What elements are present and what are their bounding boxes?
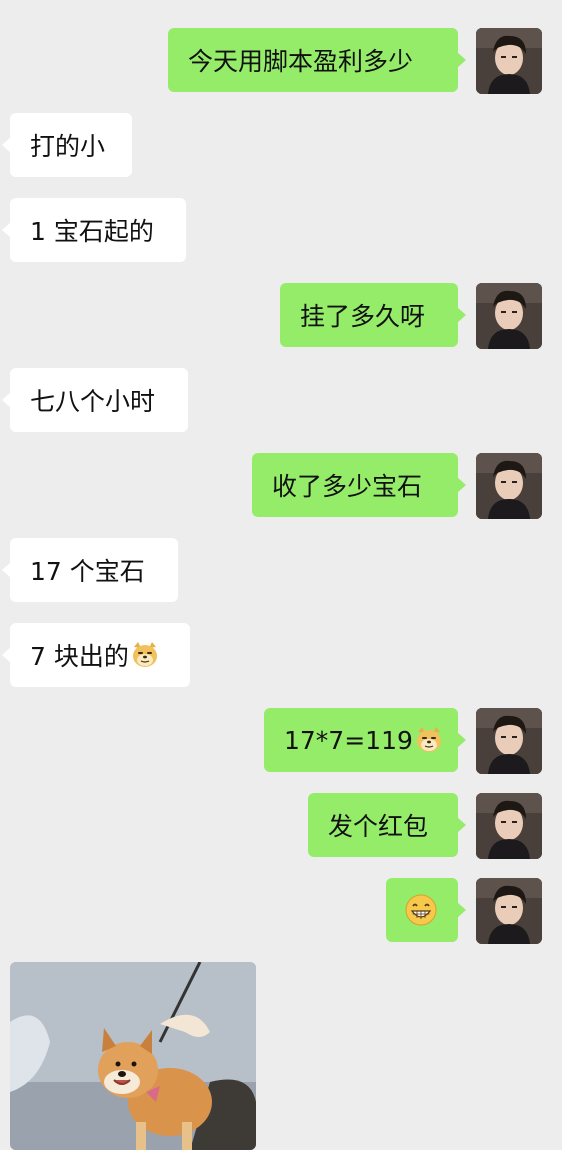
message-row xyxy=(0,878,562,944)
outgoing-message-bubble[interactable]: 17*7=119 xyxy=(264,708,466,772)
grin-emoji-icon xyxy=(404,893,438,927)
message-text: 17 个宝石 xyxy=(30,557,145,586)
outgoing-message-bubble[interactable]: 挂了多久呀 xyxy=(280,283,466,347)
message-text: 7 块出的 xyxy=(30,642,129,671)
outgoing-message-bubble[interactable]: 收了多少宝石 xyxy=(252,453,466,517)
message-row: 打的小 xyxy=(0,113,562,177)
user-avatar[interactable] xyxy=(476,28,542,94)
message-row: 收了多少宝石 xyxy=(0,453,562,519)
message-text: 发个红包 xyxy=(328,812,429,841)
message-row: 今天用脚本盈利多少 xyxy=(0,28,562,94)
message-text: 17*7=119 xyxy=(284,725,413,755)
message-row: 挂了多久呀 xyxy=(0,283,562,349)
message-text: 七八个小时 xyxy=(30,387,156,416)
message-text: 今天用脚本盈利多少 xyxy=(188,47,414,76)
doge-emoji-icon xyxy=(131,641,159,669)
doge-emoji-icon xyxy=(415,726,443,754)
message-text: 1 宝石起的 xyxy=(30,217,154,246)
user-avatar[interactable] xyxy=(476,708,542,774)
outgoing-message-bubble[interactable]: 发个红包 xyxy=(308,793,466,857)
message-text: 挂了多久呀 xyxy=(300,302,426,331)
user-avatar[interactable] xyxy=(476,283,542,349)
message-row: 7 块出的 xyxy=(0,623,562,687)
outgoing-message-bubble[interactable] xyxy=(386,878,466,942)
user-avatar[interactable] xyxy=(476,793,542,859)
user-avatar[interactable] xyxy=(476,878,542,944)
message-text: 打的小 xyxy=(30,132,106,161)
shiba-dog-photo-icon xyxy=(10,962,256,1150)
user-avatar[interactable] xyxy=(476,453,542,519)
incoming-message-bubble[interactable]: 7 块出的 xyxy=(2,623,190,687)
message-row: 17*7=119 xyxy=(0,708,562,774)
message-text: 收了多少宝石 xyxy=(272,472,423,501)
incoming-message-bubble[interactable]: 七八个小时 xyxy=(2,368,188,432)
incoming-message-bubble[interactable]: 打的小 xyxy=(2,113,132,177)
incoming-message-bubble[interactable]: 17 个宝石 xyxy=(2,538,178,602)
image-message[interactable] xyxy=(10,962,256,1150)
message-row: 发个红包 xyxy=(0,793,562,859)
message-row: 17 个宝石 xyxy=(0,538,562,602)
outgoing-message-bubble[interactable]: 今天用脚本盈利多少 xyxy=(168,28,466,92)
message-row: 1 宝石起的 xyxy=(0,198,562,262)
message-row: 七八个小时 xyxy=(0,368,562,432)
incoming-message-bubble[interactable]: 1 宝石起的 xyxy=(2,198,186,262)
chat-message-list[interactable]: 今天用脚本盈利多少 打的小 1 宝石起的 挂了多久呀 七八个小时 收了多少宝石 … xyxy=(0,0,562,1150)
